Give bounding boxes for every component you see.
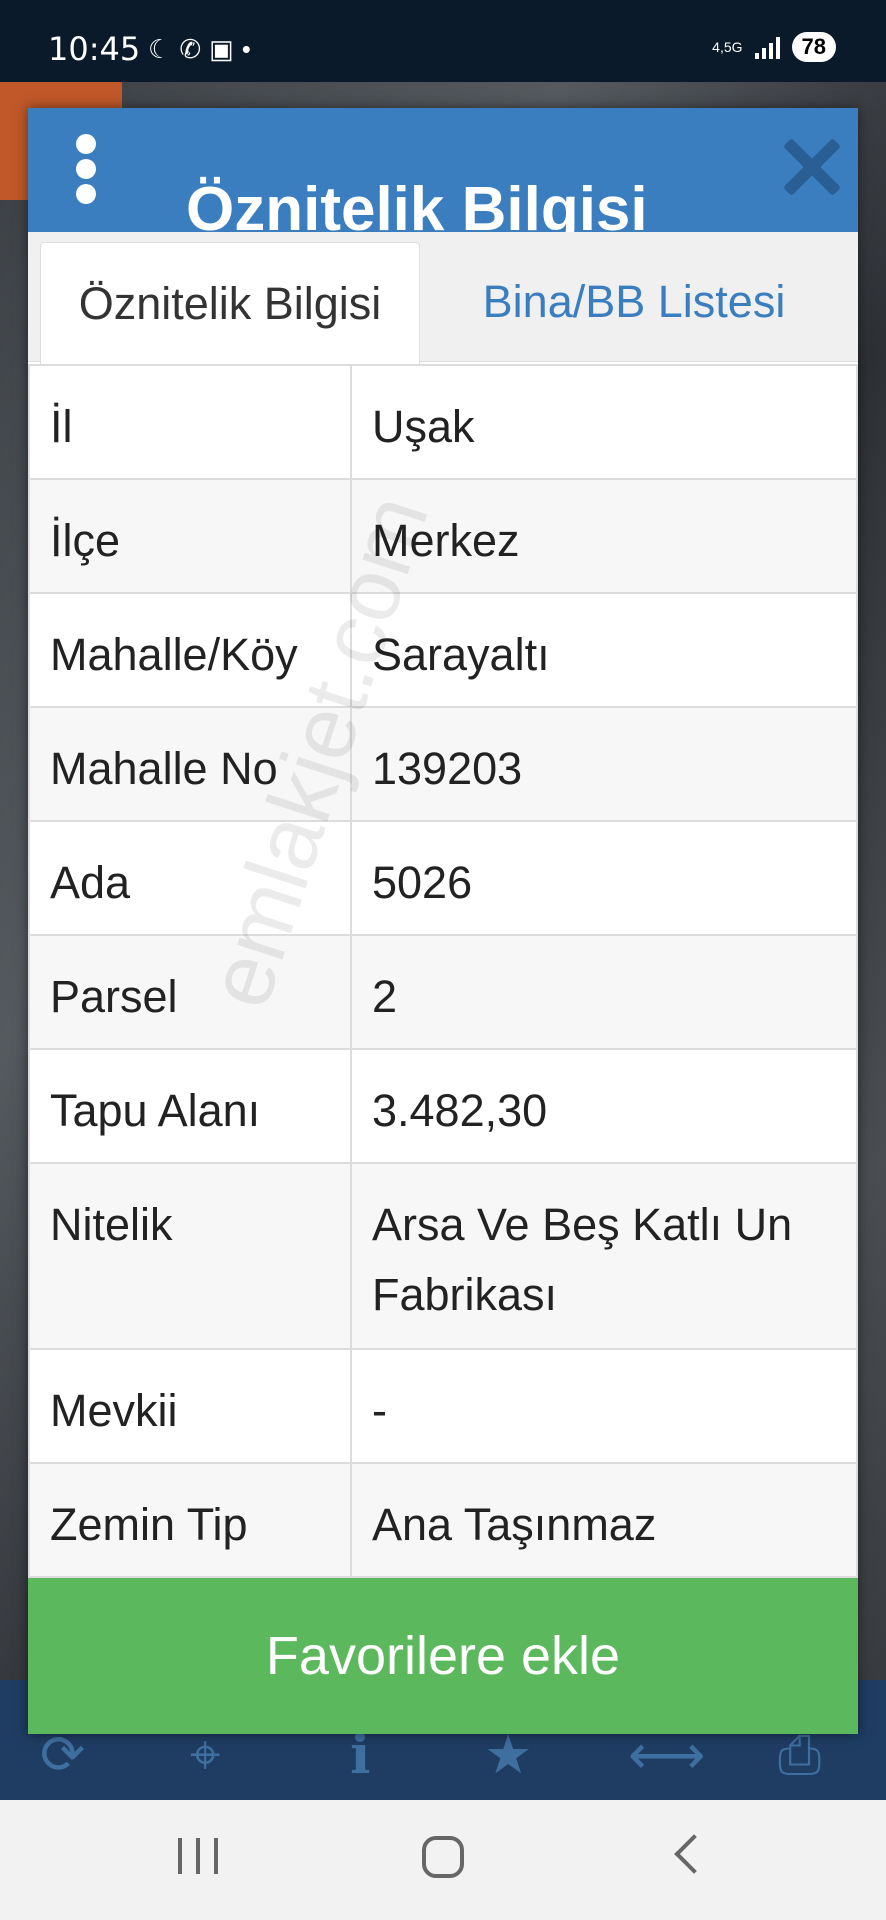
attribute-value: Arsa Ve Beş Katlı Un Fabrikası	[350, 1162, 858, 1350]
attribute-value: 139203	[350, 706, 858, 822]
table-row: İl Uşak	[28, 364, 858, 480]
attribute-key: Nitelik	[28, 1162, 352, 1350]
network-type: 4,5G	[712, 39, 743, 55]
attribute-value: Uşak	[350, 364, 858, 480]
table-row: Parsel 2	[28, 934, 858, 1050]
notification-icons: ☾✆▣•	[148, 34, 259, 65]
home-icon[interactable]	[422, 1836, 464, 1878]
recents-icon[interactable]	[178, 1838, 218, 1878]
table-row: Mahalle No 139203	[28, 706, 858, 822]
table-row: Mahalle/Köy Sarayaltı	[28, 592, 858, 708]
attribute-key: Tapu Alanı	[28, 1048, 352, 1164]
dot-icon: •	[241, 34, 259, 64]
attribute-value: Sarayaltı	[350, 592, 858, 708]
table-row: Ada 5026	[28, 820, 858, 936]
table-row: Nitelik Arsa Ve Beş Katlı Un Fabrikası	[28, 1162, 858, 1350]
tab-attribute-info[interactable]: Öznitelik Bilgisi	[40, 242, 420, 364]
add-to-favorites-button[interactable]: Favorilere ekle	[28, 1578, 858, 1734]
locate-icon[interactable]: ⌖	[190, 1728, 220, 1782]
print-icon[interactable]: ⎙	[778, 1728, 821, 1782]
signal-icon	[754, 35, 780, 59]
info-icon[interactable]: ℹ	[350, 1728, 371, 1782]
attribute-table: İl Uşak İlçe Merkez Mahalle/Köy Sarayalt…	[28, 364, 858, 1578]
attribute-value: 3.482,30	[350, 1048, 858, 1164]
close-icon[interactable]	[782, 138, 840, 196]
tab-building-list[interactable]: Bina/BB Listesi	[424, 242, 844, 362]
attribute-key: Zemin Tip	[28, 1462, 352, 1578]
attribute-value: Ana Taşınmaz	[350, 1462, 858, 1578]
battery-level: 78	[791, 32, 836, 62]
tab-bar: Öznitelik Bilgisi Bina/BB Listesi	[28, 232, 858, 364]
screenshot-icon: ▣	[209, 34, 242, 64]
whatsapp-icon: ✆	[179, 34, 210, 64]
moon-icon: ☾	[148, 34, 180, 64]
attribute-dialog: Öznitelik Bilgisi Öznitelik Bilgisi Bina…	[28, 108, 858, 1734]
status-right: 4,5G 78	[712, 32, 836, 62]
table-row: Mevkii -	[28, 1348, 858, 1464]
attribute-value: 2	[350, 934, 858, 1050]
attribute-key: Mevkii	[28, 1348, 352, 1464]
measure-icon[interactable]: ⟷	[628, 1728, 705, 1782]
back-icon[interactable]	[674, 1834, 714, 1874]
dialog-title: Öznitelik Bilgisi	[186, 175, 648, 232]
attribute-key: İlçe	[28, 478, 352, 594]
more-options-icon[interactable]	[74, 134, 98, 204]
system-nav-bar	[0, 1800, 886, 1920]
attribute-value: -	[350, 1348, 858, 1464]
status-time: 10:45	[48, 30, 141, 68]
dialog-header: Öznitelik Bilgisi	[28, 108, 858, 232]
refresh-icon[interactable]: ⟳	[40, 1728, 85, 1782]
status-bar: 10:45 ☾✆▣• 4,5G 78	[0, 0, 886, 82]
favorite-star-icon[interactable]: ★	[484, 1728, 532, 1782]
table-row: Zemin Tip Ana Taşınmaz	[28, 1462, 858, 1578]
table-row: Tapu Alanı 3.482,30	[28, 1048, 858, 1164]
attribute-value: 5026	[350, 820, 858, 936]
attribute-key: İl	[28, 364, 352, 480]
